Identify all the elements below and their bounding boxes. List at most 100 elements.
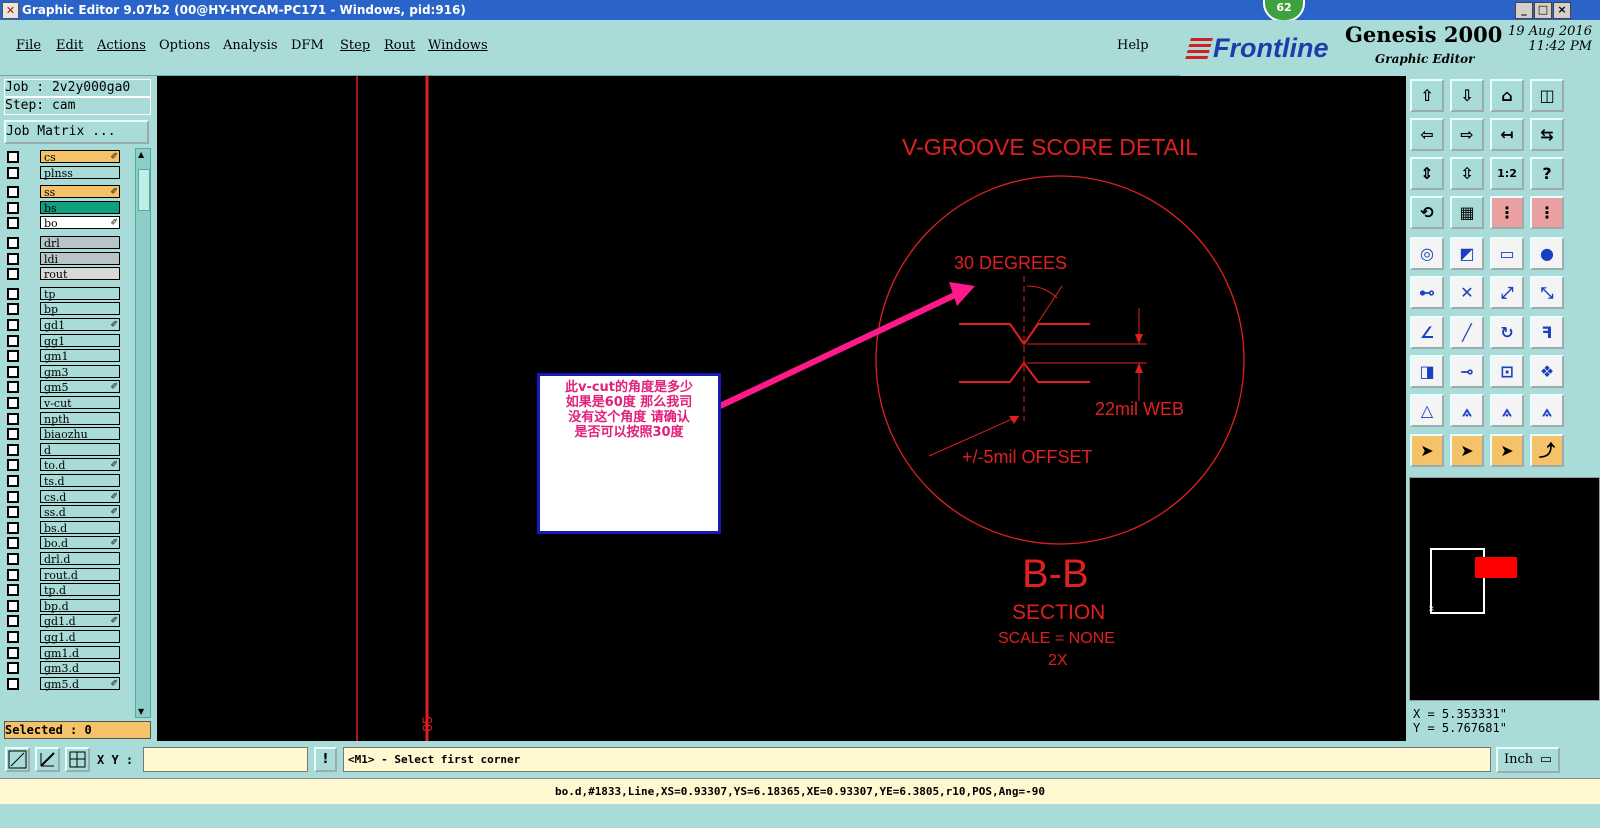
layer-checkbox[interactable]: [7, 303, 19, 316]
unit-dropdown-icon[interactable]: ▭: [1540, 749, 1552, 771]
menu-dfm[interactable]: DFM: [291, 38, 324, 53]
layer-name[interactable]: d: [40, 442, 120, 457]
layer-name[interactable]: gm1.d: [40, 645, 120, 660]
move-right-icon[interactable]: ⇨: [1450, 118, 1484, 151]
layer-row[interactable]: gm5.d ✐: [4, 676, 124, 691]
layer-row[interactable]: gm3: [4, 364, 124, 379]
menu-edit[interactable]: Edit: [56, 38, 83, 53]
menu-analysis[interactable]: Analysis: [223, 38, 278, 53]
select3-icon[interactable]: ➤: [1490, 434, 1524, 467]
layer-checkbox[interactable]: [7, 268, 19, 281]
layer-checkbox[interactable]: [7, 677, 19, 690]
pan-icon[interactable]: [35, 747, 60, 772]
layer-checkbox[interactable]: [7, 490, 19, 503]
route-icon[interactable]: ⤴: [1530, 434, 1564, 467]
layer-name[interactable]: rout.d: [40, 567, 120, 582]
layer-b-icon[interactable]: ⋮: [1530, 196, 1564, 229]
layer-checkbox[interactable]: [7, 459, 19, 472]
layer-name[interactable]: bo.d ✐: [40, 536, 120, 550]
layer-checkbox[interactable]: [7, 201, 19, 214]
surface-icon[interactable]: ◩: [1450, 237, 1484, 270]
layer-name[interactable]: cs ✐: [40, 150, 120, 164]
layer-checkbox[interactable]: [7, 521, 19, 534]
layer-checkbox[interactable]: [7, 412, 19, 425]
layer-name[interactable]: drl.d: [40, 552, 120, 566]
layer-checkbox[interactable]: [7, 319, 19, 331]
fit-height-icon[interactable]: ⇕: [1410, 157, 1444, 190]
layer-name[interactable]: ss.d ✐: [40, 505, 120, 519]
layer-checkbox[interactable]: [7, 350, 19, 363]
layer-checkbox[interactable]: [7, 166, 19, 179]
job-matrix-button[interactable]: Job Matrix ...: [4, 120, 149, 144]
layer-row[interactable]: drl.d: [4, 552, 124, 566]
layer-row[interactable]: drl: [4, 236, 124, 250]
box-icon[interactable]: ⊡: [1490, 355, 1524, 388]
layer-row[interactable]: rout.d: [4, 567, 124, 582]
layer-row[interactable]: tp.d: [4, 583, 124, 597]
layer-name[interactable]: ldi: [40, 251, 120, 266]
layer-row[interactable]: bp: [4, 302, 124, 316]
layer-checkbox[interactable]: [7, 217, 19, 230]
zoom-home-icon[interactable]: [5, 747, 30, 772]
layer-name[interactable]: bs: [40, 200, 120, 215]
arc-icon[interactable]: ⤢: [1490, 276, 1524, 309]
layer-name[interactable]: cs.d ✐: [40, 489, 120, 504]
rotate-icon[interactable]: ↻: [1490, 316, 1524, 349]
swap-icon[interactable]: ⇆: [1530, 118, 1564, 151]
menu-step[interactable]: Step: [340, 38, 370, 53]
triangle-icon[interactable]: △: [1410, 394, 1444, 427]
layer-checkbox[interactable]: [7, 553, 19, 565]
layer-checkbox[interactable]: [7, 568, 19, 581]
arc2-icon[interactable]: ⤡: [1530, 276, 1564, 309]
layer-row[interactable]: tp: [4, 286, 124, 301]
menu-help[interactable]: Help: [1117, 38, 1149, 53]
layer-row[interactable]: ldi: [4, 251, 124, 266]
layer-checkbox[interactable]: [7, 334, 19, 347]
layer-checkbox[interactable]: [7, 599, 19, 612]
layer-name[interactable]: v-cut: [40, 396, 120, 410]
fit-icon[interactable]: ⇳: [1450, 157, 1484, 190]
rotate-view-icon[interactable]: ⟲: [1410, 196, 1444, 229]
layer-checkbox[interactable]: [7, 475, 19, 487]
ruler-icon[interactable]: ▭: [1490, 237, 1524, 270]
layer-row[interactable]: gd1.d ✐: [4, 614, 124, 628]
layer-name[interactable]: bs.d: [40, 520, 120, 535]
trace-icon[interactable]: ⊸: [1450, 355, 1484, 388]
layer-name[interactable]: gg1.d: [40, 630, 120, 644]
menu-windows[interactable]: Windows: [428, 38, 488, 53]
layer-a-icon[interactable]: ⋮: [1490, 196, 1524, 229]
cross-icon[interactable]: ✕: [1450, 276, 1484, 309]
menu-rout[interactable]: Rout: [384, 38, 415, 53]
menu-file[interactable]: File: [16, 38, 41, 53]
layer-name[interactable]: ss ✐: [40, 185, 120, 199]
triangle4-icon[interactable]: ⟑: [1530, 394, 1564, 427]
layer-row[interactable]: ts.d: [4, 474, 124, 488]
home-icon[interactable]: ⌂: [1490, 79, 1524, 112]
layer-row[interactable]: ss.d ✐: [4, 505, 124, 519]
layer-row[interactable]: bs: [4, 200, 124, 215]
layer-name[interactable]: gm5 ✐: [40, 380, 120, 394]
layer-row[interactable]: gm5 ✐: [4, 380, 124, 394]
xy-input[interactable]: [143, 747, 308, 772]
line-icon[interactable]: ╱: [1450, 316, 1484, 349]
layer-checkbox[interactable]: [7, 381, 19, 394]
layer-row[interactable]: bo.d ✐: [4, 536, 124, 550]
grid-icon[interactable]: ▦: [1450, 196, 1484, 229]
layer-name[interactable]: gm1: [40, 349, 120, 363]
layer-row[interactable]: gm3.d: [4, 661, 124, 675]
layer-name[interactable]: npth: [40, 411, 120, 426]
layer-row[interactable]: bo ✐: [4, 216, 124, 230]
move-up-icon[interactable]: ⇧: [1410, 79, 1444, 112]
select-icon[interactable]: ➤: [1410, 434, 1444, 467]
layer-row[interactable]: bs.d: [4, 520, 124, 535]
mirror-icon[interactable]: ꟻ: [1530, 316, 1564, 349]
layer-row[interactable]: gm1: [4, 349, 124, 363]
select2-icon[interactable]: ➤: [1450, 434, 1484, 467]
ratio-icon[interactable]: 1:2: [1490, 157, 1524, 190]
layer-checkbox[interactable]: [7, 428, 19, 441]
layer-checkbox[interactable]: [7, 662, 19, 675]
triangle2-icon[interactable]: ⟑: [1450, 394, 1484, 427]
layer-name[interactable]: biaozhu: [40, 427, 120, 441]
layer-checkbox[interactable]: [7, 365, 19, 378]
layer-name[interactable]: gg1: [40, 333, 120, 348]
